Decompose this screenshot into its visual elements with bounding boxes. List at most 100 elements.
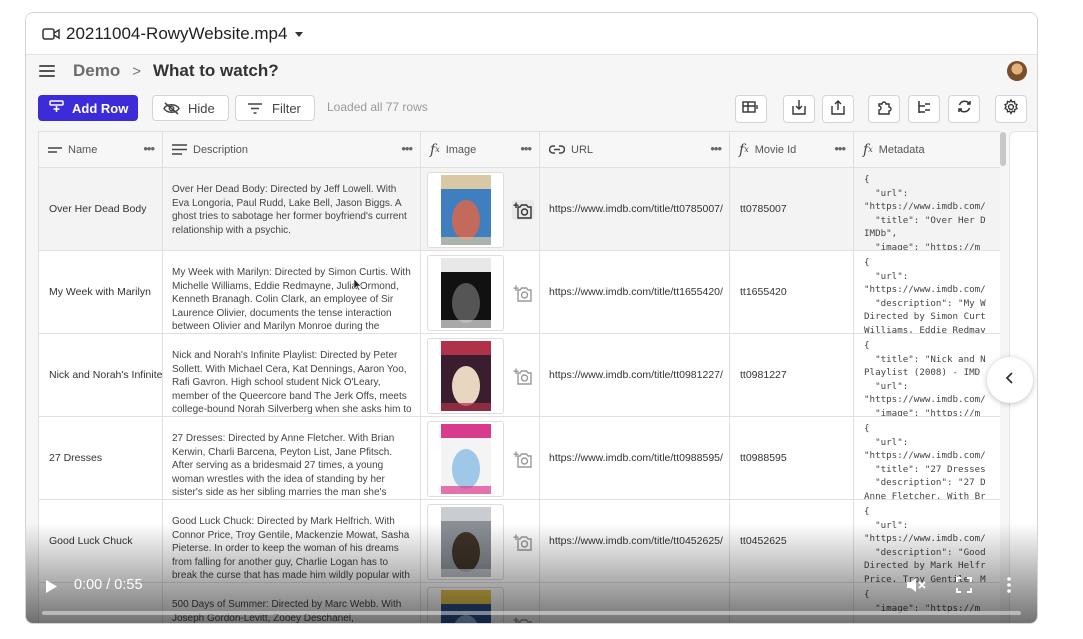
- column-header-description[interactable]: Description •••: [163, 132, 421, 167]
- cell-description[interactable]: My Week with Marilyn: Directed by Simon …: [163, 251, 421, 333]
- poster-thumbnail[interactable]: [427, 255, 504, 331]
- add-row-label: Add Row: [72, 100, 129, 116]
- fx-icon: fx: [430, 141, 440, 158]
- add-photo-icon[interactable]: [512, 283, 534, 303]
- column-header-image[interactable]: fx Image •••: [421, 132, 540, 167]
- settings-button[interactable]: [995, 95, 1027, 123]
- cell-image[interactable]: [421, 168, 540, 250]
- drawer-toggle-button[interactable]: [987, 357, 1033, 403]
- column-label: Name: [68, 143, 98, 156]
- cell-image[interactable]: [421, 334, 540, 416]
- add-photo-icon[interactable]: [512, 449, 534, 469]
- avatar[interactable]: [1007, 61, 1027, 81]
- movie-url: https://www.imdb.com/title/tt0988595/: [549, 452, 723, 464]
- add-row-button[interactable]: Add Row: [38, 95, 138, 121]
- poster-thumbnail[interactable]: [427, 172, 504, 248]
- poster-thumbnail[interactable]: [427, 338, 504, 414]
- link-icon: [549, 145, 565, 154]
- column-header-name[interactable]: Name •••: [39, 132, 163, 167]
- table-toolbar: Add Row Hide Filter Loaded all 77 rows: [26, 95, 1037, 123]
- cell-movie-id[interactable]: tt0981227: [730, 334, 854, 416]
- file-name[interactable]: 20211004-RowyWebsite.mp4: [66, 24, 287, 44]
- chevron-left-icon: [1005, 371, 1015, 389]
- table-view-button[interactable]: [735, 95, 767, 123]
- playback-time: 0:00 / 0:55: [74, 577, 143, 593]
- table-row[interactable]: 27 Dresses 27 Dresses: Directed by Anne F…: [39, 417, 1000, 500]
- column-menu-icon[interactable]: •••: [710, 141, 722, 156]
- movie-description: 27 Dresses: Directed by Anne Fletcher. W…: [172, 433, 395, 499]
- fx-icon: fx: [863, 141, 873, 158]
- cell-description[interactable]: Over Her Dead Body: Directed by Jeff Low…: [163, 168, 421, 250]
- file-title-bar: 20211004-RowyWebsite.mp4: [26, 13, 1037, 55]
- export-button[interactable]: [822, 95, 854, 123]
- cell-name[interactable]: Nick and Norah's Infinite Playlist: [39, 334, 163, 416]
- row-count-status: Loaded all 77 rows: [327, 100, 428, 114]
- cell-description[interactable]: 27 Dresses: Directed by Anne Fletcher. W…: [163, 417, 421, 499]
- column-header-metadata[interactable]: fx Metadata: [854, 132, 1000, 167]
- table-row[interactable]: Nick and Norah's Infinite Playlist Nick a…: [39, 334, 1000, 417]
- cell-movie-id[interactable]: tt1655420: [730, 251, 854, 333]
- refresh-button[interactable]: [948, 95, 980, 123]
- cell-metadata[interactable]: { "title": "Nick and N Playlist (2008) -…: [854, 334, 1000, 416]
- cell-metadata[interactable]: { "url": "https://www.imdb.com/ "title":…: [854, 417, 1000, 499]
- tree-icon: [917, 100, 932, 119]
- fx-icon: fx: [739, 141, 749, 158]
- vertical-scrollbar[interactable]: [1000, 132, 1006, 166]
- cell-image[interactable]: [421, 251, 540, 333]
- video-content[interactable]: Demo > What to watch? Add Row Hide Filte…: [26, 55, 1037, 623]
- movie-id: tt0785007: [740, 203, 787, 215]
- movie-url: https://www.imdb.com/title/tt1655420/: [549, 286, 723, 298]
- cell-image[interactable]: [421, 417, 540, 499]
- gear-icon: [1003, 98, 1019, 120]
- cell-description[interactable]: Nick and Norah's Infinite Playlist: Dire…: [163, 334, 421, 416]
- menu-icon[interactable]: [39, 65, 55, 77]
- mute-icon[interactable]: [906, 577, 926, 598]
- cell-movie-id[interactable]: tt0988595: [730, 417, 854, 499]
- cell-url[interactable]: https://www.imdb.com/title/tt0981227/: [540, 334, 730, 416]
- movie-description: Nick and Norah's Infinite Playlist: Dire…: [172, 350, 412, 416]
- more-options-icon[interactable]: [1007, 577, 1011, 598]
- column-label: URL: [571, 143, 594, 156]
- fullscreen-icon[interactable]: [956, 577, 972, 598]
- extensions-button[interactable]: [868, 95, 900, 123]
- cell-metadata[interactable]: { "url": "https://www.imdb.com/ "descrip…: [854, 251, 1000, 333]
- chevron-down-icon[interactable]: [295, 32, 304, 37]
- column-tree-button[interactable]: [908, 95, 940, 123]
- column-header-movie-id[interactable]: fx Movie Id •••: [730, 132, 854, 167]
- breadcrumb-parent[interactable]: Demo: [73, 61, 120, 81]
- play-icon[interactable]: [46, 580, 57, 598]
- cell-name[interactable]: Over Her Dead Body: [39, 168, 163, 250]
- cell-name[interactable]: 27 Dresses: [39, 417, 163, 499]
- movie-name: My Week with Marilyn: [49, 286, 151, 298]
- add-photo-icon[interactable]: [512, 366, 534, 386]
- long-text-icon: [172, 144, 187, 155]
- add-row-icon: [49, 100, 64, 116]
- poster-thumbnail[interactable]: [427, 421, 504, 497]
- cell-movie-id[interactable]: tt0785007: [730, 168, 854, 250]
- movie-description: My Week with Marilyn: Directed by Simon …: [172, 267, 411, 333]
- movie-poster-image: [440, 424, 491, 494]
- column-header-url[interactable]: URL •••: [540, 132, 730, 167]
- eye-off-icon: [163, 101, 180, 115]
- table-row[interactable]: Over Her Dead Body Over Her Dead Body: Di…: [39, 168, 1000, 251]
- column-menu-icon[interactable]: •••: [520, 141, 532, 156]
- column-label: Image: [445, 143, 477, 156]
- column-menu-icon[interactable]: •••: [401, 141, 413, 156]
- mouse-cursor-icon: [353, 278, 362, 296]
- add-photo-icon[interactable]: [512, 200, 534, 220]
- cell-url[interactable]: https://www.imdb.com/title/tt0785007/: [540, 168, 730, 250]
- movie-url: https://www.imdb.com/title/tt0785007/: [549, 203, 723, 215]
- import-button[interactable]: [783, 95, 815, 123]
- app-bar: Demo > What to watch?: [26, 55, 1037, 87]
- filter-button[interactable]: Filter: [235, 95, 315, 121]
- cell-name[interactable]: My Week with Marilyn: [39, 251, 163, 333]
- cell-url[interactable]: https://www.imdb.com/title/tt1655420/: [540, 251, 730, 333]
- table-row[interactable]: My Week with Marilyn My Week with Marilyn…: [39, 251, 1000, 334]
- cell-metadata[interactable]: { "url": "https://www.imdb.com/ "title":…: [854, 168, 1000, 250]
- progress-bar[interactable]: [42, 611, 1021, 615]
- column-menu-icon[interactable]: •••: [143, 141, 155, 156]
- hide-button[interactable]: Hide: [152, 95, 229, 121]
- grid-header: Name ••• Description ••• fx Image ••• UR…: [39, 131, 1000, 168]
- cell-url[interactable]: https://www.imdb.com/title/tt0988595/: [540, 417, 730, 499]
- column-menu-icon[interactable]: •••: [834, 141, 846, 156]
